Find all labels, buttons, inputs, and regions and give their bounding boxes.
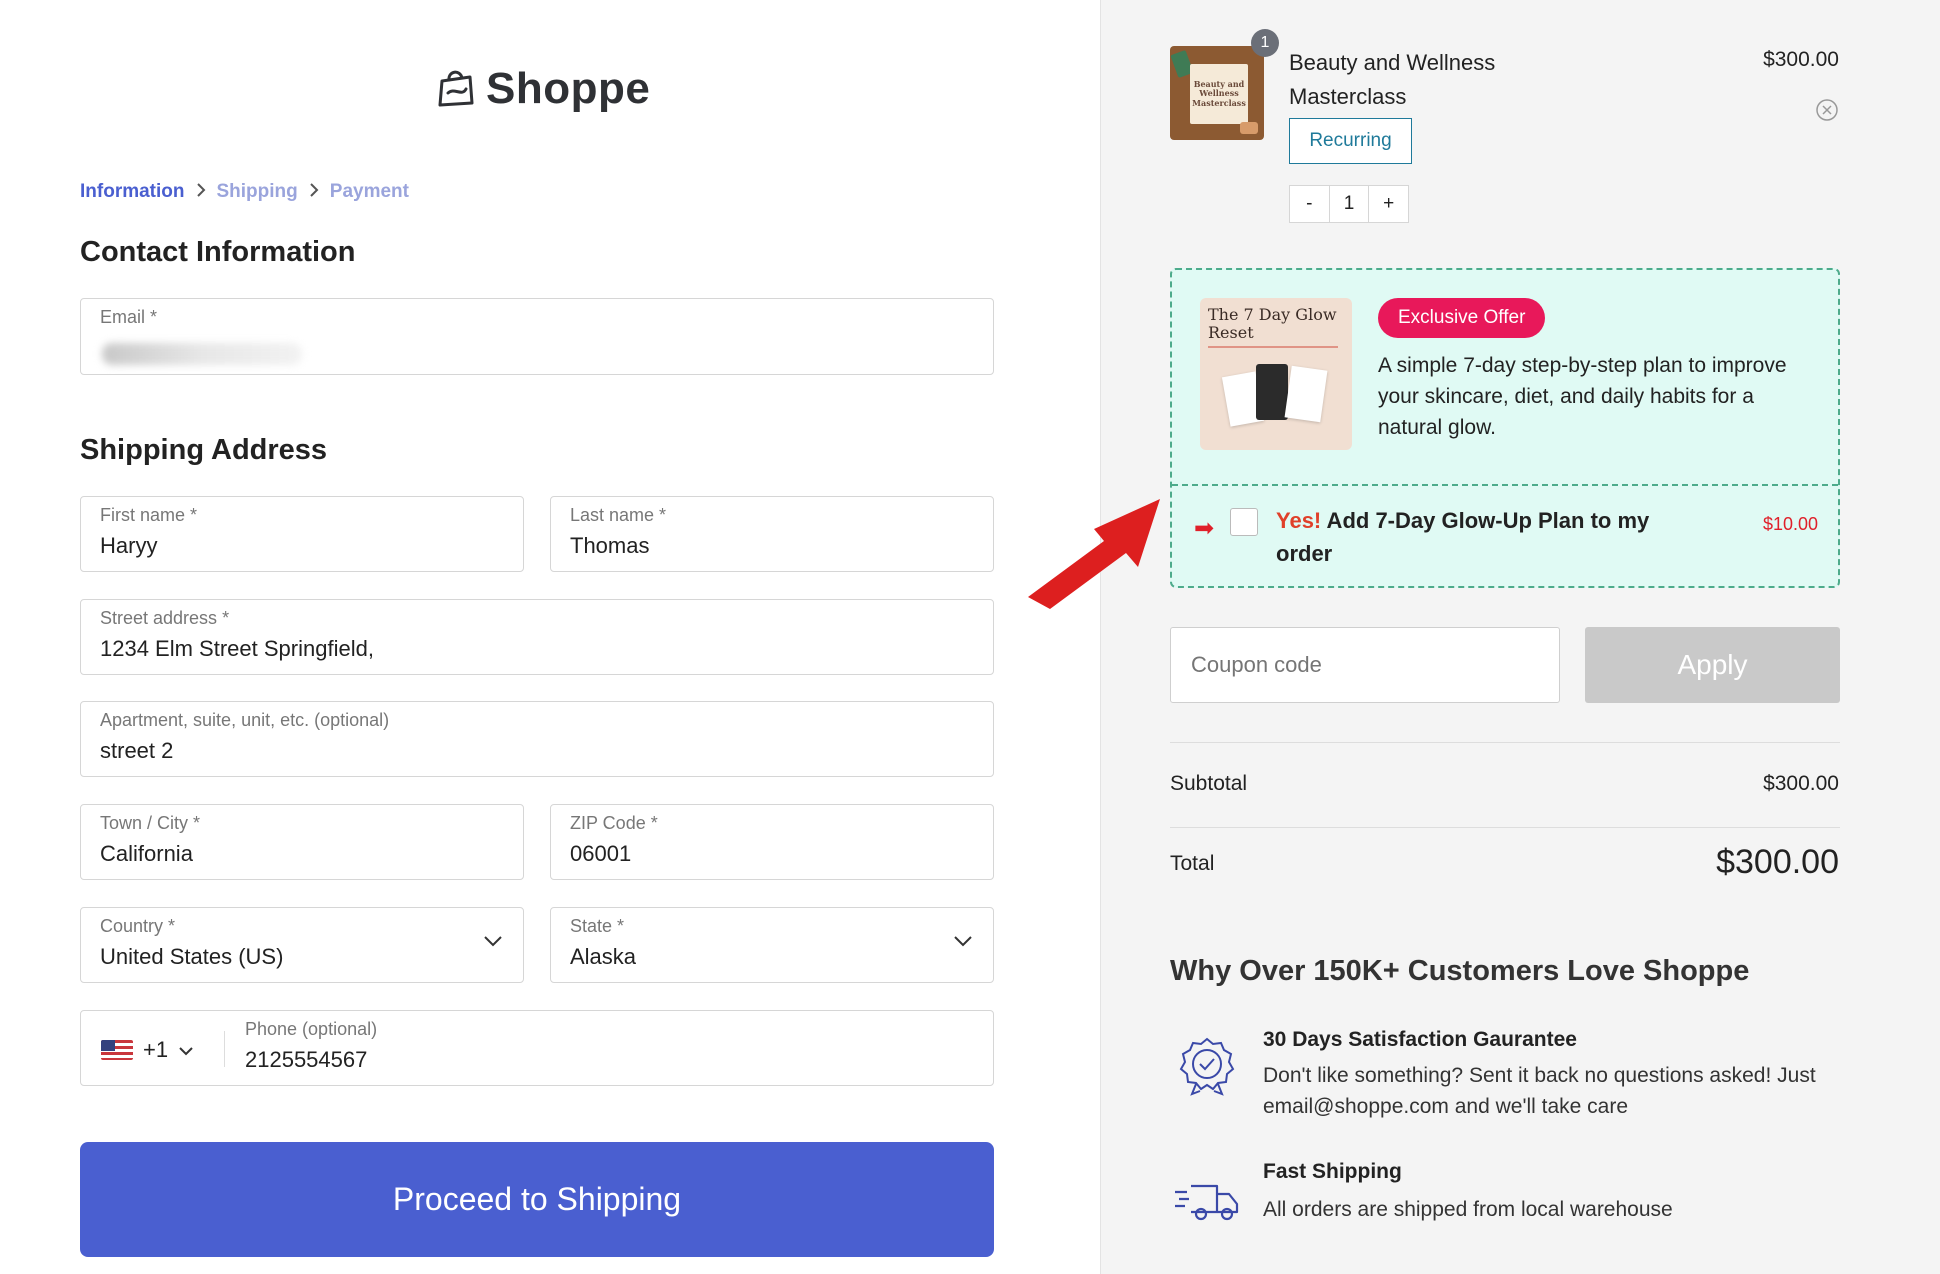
street-address-label: Street address * xyxy=(100,608,230,628)
remove-item-icon[interactable] xyxy=(1815,98,1839,127)
product-thumbnail: Beauty and Wellness Masterclass xyxy=(1170,46,1264,140)
quantity-increase-button[interactable]: + xyxy=(1369,186,1408,222)
apartment-field[interactable]: Apartment, suite, unit, etc. (optional) … xyxy=(80,701,994,777)
contact-section-title: Contact Information xyxy=(80,236,356,268)
quantity-badge: 1 xyxy=(1251,29,1279,57)
country-value: United States (US) xyxy=(100,944,284,969)
delivery-truck-icon xyxy=(1173,1180,1243,1229)
phone-field[interactable]: +1 Phone (optional) 2125554567 xyxy=(80,1010,994,1086)
subtotal-label: Subtotal xyxy=(1170,772,1248,795)
offer-checkbox[interactable] xyxy=(1230,508,1258,536)
apply-coupon-button[interactable]: Apply xyxy=(1585,627,1840,703)
street-address-value: 1234 Elm Street Springfield, xyxy=(100,636,374,661)
phone-divider xyxy=(224,1031,225,1067)
thumb-card-text: Beauty and Wellness Masterclass xyxy=(1190,64,1248,124)
offer-cta-text: Add 7-Day Glow-Up Plan to my order xyxy=(1276,508,1650,566)
zip-code-field[interactable]: ZIP Code * 06001 xyxy=(550,804,994,880)
brand-name: Shoppe xyxy=(486,64,651,113)
offer-price: $10.00 xyxy=(1762,514,1818,534)
state-select[interactable]: State * Alaska xyxy=(550,907,994,983)
street-address-field[interactable]: Street address * 1234 Elm Street Springf… xyxy=(80,599,994,675)
exclusive-offer-badge: Exclusive Offer xyxy=(1378,298,1546,338)
product-name: Beauty and Wellness Masterclass xyxy=(1289,50,1496,109)
chevron-right-icon xyxy=(195,182,207,203)
order-summary-column: Beauty and Wellness Masterclass 1 Beauty… xyxy=(1100,0,1940,1274)
annotation-arrow-icon xyxy=(1020,495,1170,615)
shipping-section-title: Shipping Address xyxy=(80,434,328,466)
coupon-code-input[interactable] xyxy=(1170,627,1560,703)
country-code-select[interactable]: +1 xyxy=(101,1037,194,1063)
phone-label: Phone (optional) xyxy=(245,1019,378,1039)
proceed-to-shipping-button[interactable]: Proceed to Shipping xyxy=(80,1142,994,1257)
apartment-value: street 2 xyxy=(100,738,174,763)
last-name-field[interactable]: Last name * Thomas xyxy=(550,496,994,572)
offer-checkbox-label[interactable]: Yes! Add 7-Day Glow-Up Plan to my order xyxy=(1276,504,1696,570)
recurring-button[interactable]: Recurring xyxy=(1289,118,1412,164)
product-price: $300.00 xyxy=(1763,48,1839,71)
offer-image-decoration xyxy=(1256,364,1288,420)
why-section-title: Why Over 150K+ Customers Love Shoppe xyxy=(1170,955,1750,987)
order-bump-offer: The 7 Day Glow Reset Exclusive Offer A s… xyxy=(1170,268,1840,588)
city-value: California xyxy=(100,841,193,866)
zip-code-value: 06001 xyxy=(570,841,632,866)
quantity-stepper: - 1 + xyxy=(1289,185,1409,223)
subtotal-value: $300.00 xyxy=(1763,772,1839,795)
offer-product-image: The 7 Day Glow Reset xyxy=(1200,298,1352,450)
divider xyxy=(1170,742,1840,743)
chevron-right-icon xyxy=(308,182,320,203)
badge-check-icon xyxy=(1178,1036,1236,1101)
state-label: State * xyxy=(570,916,625,936)
chevron-down-icon xyxy=(178,1037,194,1063)
zip-code-label: ZIP Code * xyxy=(570,813,658,833)
first-name-label: First name * xyxy=(100,505,198,525)
total-label: Total xyxy=(1170,852,1215,875)
chevron-down-icon xyxy=(483,934,503,953)
first-name-value: Haryy xyxy=(100,533,158,558)
country-select[interactable]: Country * United States (US) xyxy=(80,907,524,983)
breadcrumb-shipping[interactable]: Shipping xyxy=(217,181,298,203)
offer-image-decoration xyxy=(1208,346,1338,356)
feature-description: Don't like something? Sent it back no qu… xyxy=(1263,1064,1816,1118)
city-field[interactable]: Town / City * California xyxy=(80,804,524,880)
chevron-down-icon xyxy=(953,934,973,953)
apartment-label: Apartment, suite, unit, etc. (optional) xyxy=(100,710,390,730)
brand-logo[interactable]: Shoppe xyxy=(434,64,650,114)
breadcrumb-information[interactable]: Information xyxy=(80,181,185,203)
email-label: Email * xyxy=(100,307,158,327)
last-name-label: Last name * xyxy=(570,505,667,525)
quantity-value[interactable]: 1 xyxy=(1328,186,1370,222)
checkout-form-column: Shoppe Information Shipping Payment Cont… xyxy=(0,0,1100,1274)
checkout-page: Shoppe Information Shipping Payment Cont… xyxy=(0,0,1940,1274)
offer-yes-text: Yes! xyxy=(1276,508,1322,533)
shopping-bag-icon xyxy=(434,65,478,114)
feature-description: All orders are shipped from local wareho… xyxy=(1263,1198,1673,1221)
offer-description: A simple 7-day step-by-step plan to impr… xyxy=(1378,354,1787,439)
offer-image-title: The 7 Day Glow Reset xyxy=(1208,305,1337,342)
city-label: Town / City * xyxy=(100,813,201,833)
state-value: Alaska xyxy=(570,944,637,969)
us-flag-icon xyxy=(101,1040,133,1060)
breadcrumb: Information Shipping Payment xyxy=(80,181,409,203)
phone-value: 2125554567 xyxy=(245,1047,368,1072)
feature-title: 30 Days Satisfaction Gaurantee xyxy=(1263,1028,1577,1051)
email-field[interactable]: Email * xyxy=(80,298,994,375)
feature-title: Fast Shipping xyxy=(1263,1160,1402,1183)
quantity-decrease-button[interactable]: - xyxy=(1290,186,1329,222)
divider xyxy=(1170,827,1840,828)
total-value: $300.00 xyxy=(1716,843,1839,881)
thumb-decoration xyxy=(1240,122,1258,134)
last-name-value: Thomas xyxy=(570,533,650,558)
offer-divider xyxy=(1172,484,1838,486)
country-label: Country * xyxy=(100,916,176,936)
email-value-redacted xyxy=(102,343,302,365)
country-code-value: +1 xyxy=(143,1037,169,1062)
arrow-right-icon: ➡ xyxy=(1194,515,1215,542)
breadcrumb-payment[interactable]: Payment xyxy=(330,181,409,203)
offer-image-decoration xyxy=(1284,365,1328,423)
first-name-field[interactable]: First name * Haryy xyxy=(80,496,524,572)
